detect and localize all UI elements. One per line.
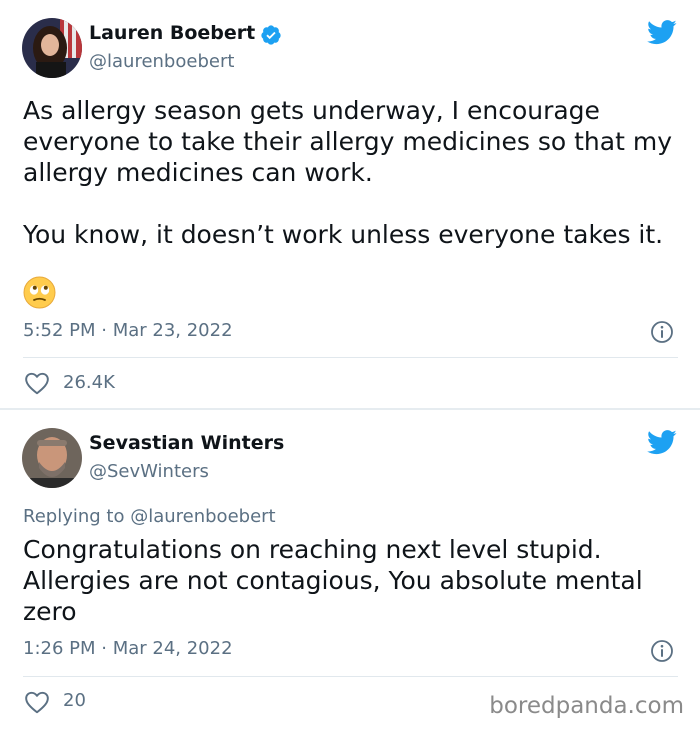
author-handle[interactable]: @laurenboebert [89, 51, 234, 72]
verified-badge-icon [260, 24, 282, 46]
divider [23, 676, 678, 677]
twitter-bird-icon [647, 20, 677, 45]
tweet-card-2: Sevastian Winters @SevWinters Replying t… [0, 410, 700, 729]
tweet-text: Congratulations on reaching next level s… [23, 534, 683, 627]
tweet-card-1: Lauren Boebert @laurenboebert As allergy… [0, 0, 700, 410]
heart-icon[interactable] [24, 690, 50, 714]
like-count: 26.4K [63, 372, 115, 393]
info-icon[interactable] [650, 639, 674, 663]
tweet-timestamp[interactable]: 5:52 PM · Mar 23, 2022 [23, 320, 233, 341]
boredpanda-watermark: boredpanda.com [489, 693, 684, 719]
tweet-text-paragraph: As allergy season gets underway, I encou… [23, 96, 672, 187]
divider [23, 357, 678, 358]
replying-to[interactable]: Replying to @laurenboebert [23, 506, 276, 527]
avatar[interactable] [22, 18, 82, 78]
tweet-timestamp[interactable]: 1:26 PM · Mar 24, 2022 [23, 638, 233, 659]
face-with-rolling-eyes-icon [23, 276, 56, 309]
tweet-text: As allergy season gets underway, I encou… [23, 95, 683, 250]
like-count: 20 [63, 690, 86, 711]
tweet-text-paragraph: Congratulations on reaching next level s… [23, 535, 643, 626]
twitter-bird-icon [647, 430, 677, 455]
author-handle[interactable]: @SevWinters [89, 461, 209, 482]
tweet-text-paragraph: You know, it doesn’t work unless everyon… [23, 220, 664, 249]
author-name[interactable]: Sevastian Winters [89, 432, 284, 454]
info-icon[interactable] [650, 320, 674, 344]
author-name[interactable]: Lauren Boebert [89, 22, 255, 44]
heart-icon[interactable] [24, 371, 50, 395]
avatar[interactable] [22, 428, 82, 488]
